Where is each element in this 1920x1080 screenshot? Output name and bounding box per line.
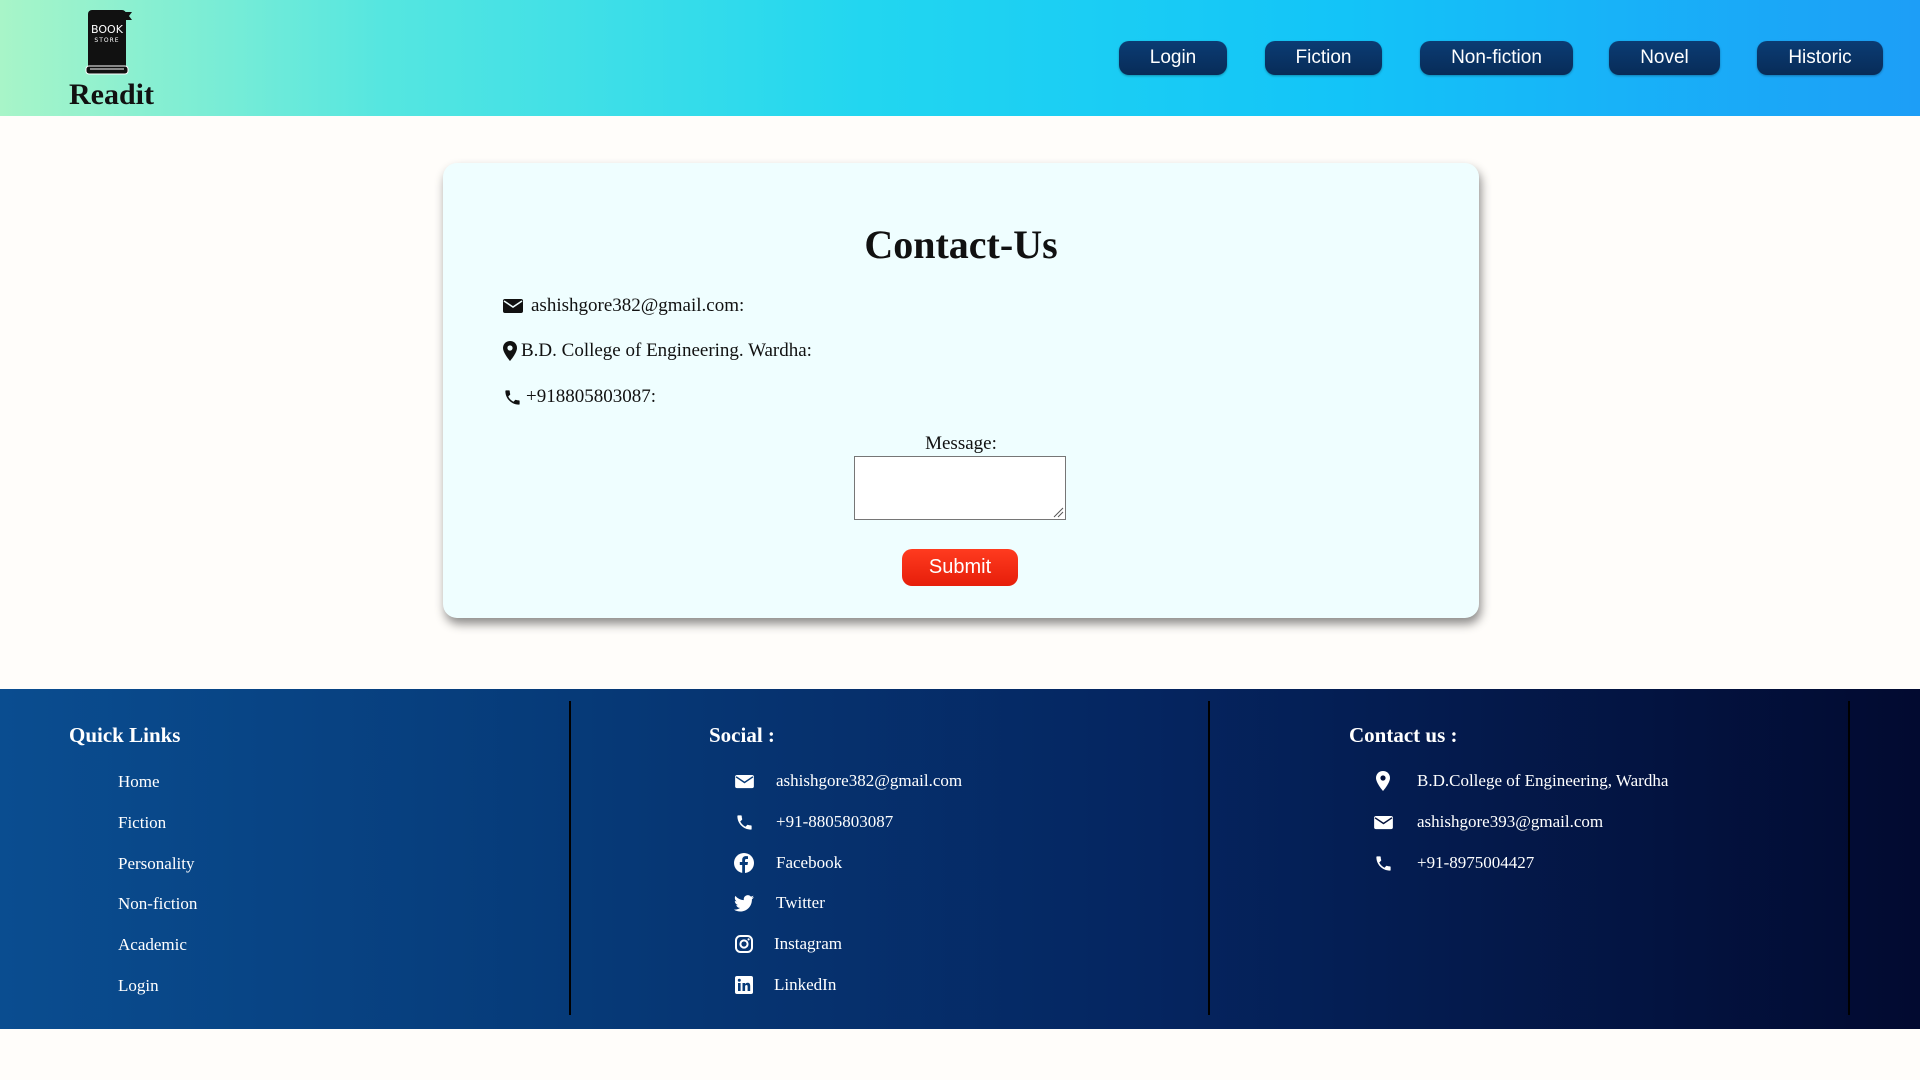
facebook-icon	[732, 853, 756, 873]
quick-link-home[interactable]: Home	[118, 772, 160, 792]
footer-email-text: ashishgore393@gmail.com	[1417, 812, 1604, 831]
quick-link-login[interactable]: Login	[118, 976, 159, 996]
contact-address-row: B.D. College of Engineering. Wardha:	[503, 338, 812, 364]
footer-quick-links: Quick Links Home Fiction Personality Non…	[0, 689, 570, 1029]
footer-address-text: B.D.College of Engineering, Wardha	[1417, 771, 1669, 790]
social-instagram-text: Instagram	[774, 934, 842, 953]
page-title: Contact-Us	[864, 222, 1058, 267]
message-textarea[interactable]	[854, 456, 1066, 520]
social-title: Social :	[709, 723, 775, 747]
nav-bar: Login Fiction Non-fiction Novel Historic	[0, 41, 1920, 75]
footer: Quick Links Home Fiction Personality Non…	[0, 689, 1920, 1029]
social-facebook-link[interactable]: Facebook	[732, 853, 842, 873]
quick-link-non-fiction[interactable]: Non-fiction	[118, 894, 197, 914]
header: BOOK STORE Readit Login Fiction Non-fict…	[0, 0, 1920, 116]
contact-email-text: ashishgore382@gmail.com:	[531, 295, 745, 316]
social-email-text: ashishgore382@gmail.com	[776, 771, 963, 790]
envelope-icon	[732, 771, 756, 791]
nav-non-fiction-button[interactable]: Non-fiction	[1420, 41, 1573, 75]
social-twitter-text: Twitter	[776, 893, 825, 912]
message-label: Message:	[925, 433, 997, 454]
envelope-icon	[1371, 812, 1395, 832]
quick-link-personality[interactable]: Personality	[118, 854, 195, 874]
footer-contact-title: Contact us :	[1349, 723, 1458, 747]
quick-link-fiction[interactable]: Fiction	[118, 813, 166, 833]
social-linkedin-text: LinkedIn	[774, 975, 837, 994]
resize-handle-icon[interactable]	[1052, 506, 1064, 518]
social-phone-link[interactable]: +91-8805803087	[732, 812, 893, 832]
social-phone-text: +91-8805803087	[776, 812, 894, 831]
location-pin-icon	[503, 341, 517, 361]
instagram-icon	[732, 934, 756, 954]
footer-address-link[interactable]: B.D.College of Engineering, Wardha	[1371, 771, 1668, 791]
linkedin-icon	[732, 975, 756, 995]
contact-phone-text: +918805803087:	[526, 386, 656, 407]
envelope-icon	[503, 299, 523, 313]
nav-historic-button[interactable]: Historic	[1757, 41, 1883, 75]
social-instagram-link[interactable]: Instagram	[732, 934, 842, 954]
phone-icon	[505, 389, 520, 405]
brand-name: Readit	[69, 78, 154, 111]
nav-login-button[interactable]: Login	[1119, 41, 1227, 75]
footer-contact: Contact us : B.D.College of Engineering,…	[1210, 689, 1850, 1029]
footer-phone-text: +91-8975004427	[1417, 853, 1535, 872]
contact-address-text: B.D. College of Engineering. Wardha:	[521, 340, 812, 361]
nav-fiction-button[interactable]: Fiction	[1265, 41, 1382, 75]
contact-email-row: ashishgore382@gmail.com:	[503, 293, 744, 319]
twitter-icon	[732, 893, 756, 913]
phone-icon	[732, 812, 756, 832]
phone-icon	[1371, 853, 1395, 873]
social-twitter-link[interactable]: Twitter	[732, 893, 825, 913]
contact-card: Contact-Us ashishgore382@gmail.com: B.D.…	[443, 163, 1479, 618]
footer-email-link[interactable]: ashishgore393@gmail.com	[1371, 812, 1603, 832]
location-pin-icon	[1371, 771, 1395, 791]
social-facebook-text: Facebook	[776, 853, 843, 872]
footer-divider	[1848, 701, 1850, 1015]
quick-link-academic[interactable]: Academic	[118, 935, 187, 955]
logo-text-top: BOOK	[91, 23, 124, 36]
social-linkedin-link[interactable]: LinkedIn	[732, 975, 836, 995]
footer-phone-link[interactable]: +91-8975004427	[1371, 853, 1534, 873]
footer-social: Social : ashishgore382@gmail.com +91-880…	[571, 689, 1209, 1029]
contact-phone-row: +918805803087:	[503, 384, 656, 410]
quick-links-title: Quick Links	[69, 723, 181, 747]
submit-button[interactable]: Submit	[902, 549, 1018, 586]
social-email-link[interactable]: ashishgore382@gmail.com	[732, 771, 962, 791]
nav-novel-button[interactable]: Novel	[1609, 41, 1720, 75]
